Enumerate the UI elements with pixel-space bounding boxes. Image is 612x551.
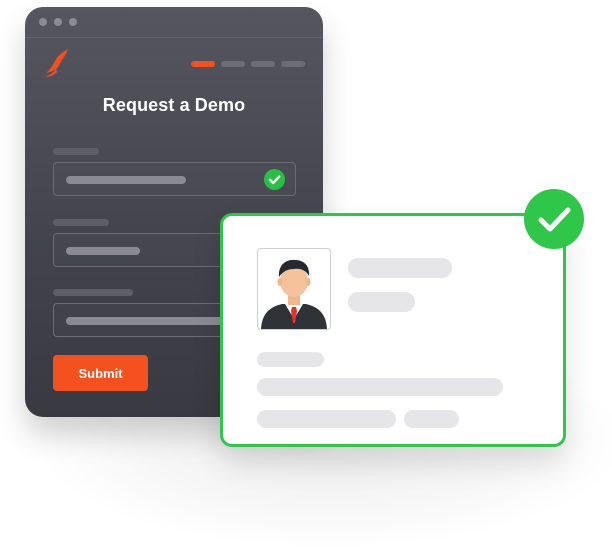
step-2 (221, 61, 245, 67)
window-titlebar (25, 7, 323, 38)
field-value-1 (66, 176, 186, 184)
profile-card (220, 213, 566, 447)
field-label-3 (53, 289, 133, 296)
field-label-1 (53, 148, 99, 155)
card-detail-label (257, 352, 324, 367)
step-3 (251, 61, 275, 67)
card-detail-chip-1 (257, 410, 396, 428)
window-dot-maximize[interactable] (69, 18, 77, 26)
step-1 (191, 61, 215, 67)
check-circle-icon (524, 189, 584, 249)
step-4 (281, 61, 305, 67)
card-role-placeholder (348, 292, 415, 312)
submit-button[interactable]: Submit (53, 355, 148, 391)
field-label-2 (53, 219, 109, 226)
check-circle-icon (264, 169, 285, 190)
card-detail-line (257, 378, 503, 396)
card-name-placeholder (348, 258, 452, 278)
avatar (257, 248, 331, 330)
form-field-1[interactable] (53, 162, 296, 196)
card-detail-chip-2 (404, 410, 459, 428)
person-avatar-icon (261, 259, 327, 329)
window-dot-close[interactable] (39, 18, 47, 26)
flame-logo-icon (42, 47, 72, 79)
field-value-2 (66, 247, 140, 255)
field-value-3 (66, 317, 226, 325)
window-dot-minimize[interactable] (54, 18, 62, 26)
form-title: Request a Demo (102, 95, 246, 115)
